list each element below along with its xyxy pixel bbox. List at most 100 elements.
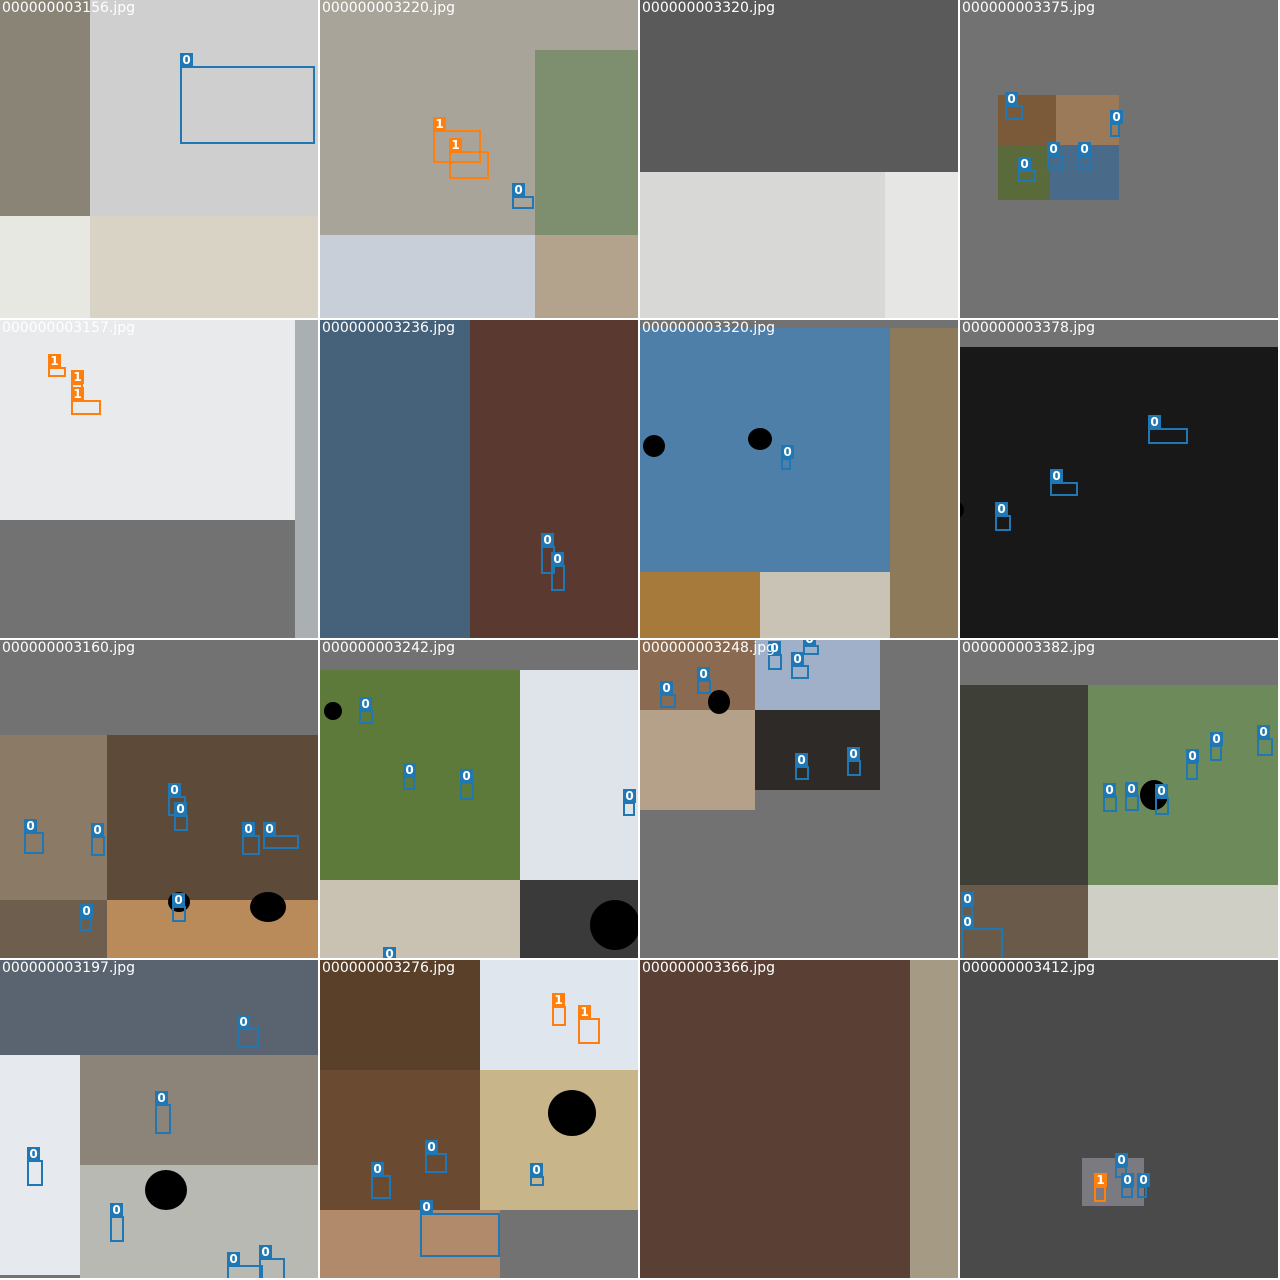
bounding-box-class-label: 0	[180, 53, 193, 67]
tile-filename-label: 000000003220.jpg	[322, 0, 455, 16]
bounding-box: 0	[1103, 783, 1117, 812]
bounding-box: 1	[449, 138, 489, 179]
mosaic-tile: 0000000000000003248.jpg	[640, 640, 958, 958]
bounding-box-class-label: 0	[174, 802, 187, 816]
mosaic-tile: 0 0 000000003236.jpg	[320, 320, 638, 638]
bounding-box: 0	[263, 822, 299, 849]
bounding-box-class-label: 0	[227, 1252, 240, 1266]
photo-region	[295, 320, 318, 638]
photo-region	[960, 960, 1278, 1278]
bounding-box-class-label: 0	[803, 640, 816, 646]
bounding-box: 0	[180, 53, 315, 144]
bounding-box-class-label: 0	[1155, 784, 1168, 798]
photo-region	[107, 900, 318, 958]
photo-region	[640, 0, 958, 172]
photo-region	[535, 50, 638, 235]
bounding-box-class-label: 1	[48, 354, 61, 368]
photo-region	[640, 710, 755, 810]
mosaic-tile: 000000003320.jpg	[640, 0, 958, 318]
tile-filename-label: 000000003375.jpg	[962, 0, 1095, 16]
photo-region	[1088, 685, 1278, 885]
bounding-box-class-label: 0	[1078, 142, 1091, 156]
bounding-box-class-label: 1	[449, 138, 462, 152]
tile-filename-label: 000000003242.jpg	[322, 640, 455, 656]
bounding-box-class-label: 0	[1047, 142, 1060, 156]
tile-filename-label: 000000003160.jpg	[2, 640, 135, 656]
photo-region	[890, 328, 958, 638]
bounding-box-class-label: 0	[1050, 469, 1063, 483]
bounding-box: 0	[1210, 732, 1223, 761]
bounding-box: 0	[420, 1200, 500, 1257]
bounding-box: 0	[155, 1091, 171, 1134]
photo-region	[0, 216, 90, 318]
bounding-box: 0	[1148, 415, 1188, 444]
bounding-box: 0	[27, 1147, 43, 1186]
bounding-box: 0	[242, 822, 260, 855]
privacy-blur-blot	[145, 1170, 187, 1210]
bounding-box: 0	[1186, 749, 1199, 780]
bounding-box: 0	[781, 445, 794, 470]
bounding-box-class-label: 0	[168, 783, 181, 797]
photo-region	[0, 320, 295, 520]
bounding-box-class-label: 0	[383, 947, 396, 958]
privacy-blur-blot	[643, 435, 665, 457]
photo-region	[535, 235, 638, 318]
bounding-box-class-label: 0	[961, 892, 974, 906]
bounding-box-class-label: 0	[259, 1245, 272, 1259]
mosaic-grid: 0 000000003156.jpg 1 1 0 000000003220.jpg 0000…	[0, 0, 1280, 1280]
bounding-box: 0	[237, 1015, 259, 1048]
bounding-box: 0	[512, 183, 534, 209]
bounding-box: 0	[1155, 784, 1169, 815]
photo-region	[0, 0, 90, 216]
bounding-box: 0	[172, 893, 186, 922]
photo-region	[320, 320, 470, 638]
bounding-box-class-label: 0	[551, 552, 564, 566]
bounding-box-class-label: 0	[371, 1162, 384, 1176]
bounding-box-class-label: 0	[1210, 732, 1223, 746]
bounding-box: 0	[174, 802, 188, 831]
bounding-box-class-label: 0	[1125, 782, 1138, 796]
bounding-box: 1	[1094, 1173, 1107, 1202]
bounding-box-class-label: 0	[660, 681, 673, 695]
privacy-blur-blot	[324, 702, 342, 720]
bounding-box: 0	[1121, 1173, 1134, 1198]
bounding-box: 0	[1018, 157, 1036, 182]
mosaic-tile: 1 1 0 000000003220.jpg	[320, 0, 638, 318]
tile-filename-label: 000000003378.jpg	[962, 320, 1095, 336]
bounding-box-class-label: 0	[1005, 92, 1018, 106]
mosaic-tile: 0 0 0 0 0 000000003375.jpg	[960, 0, 1278, 318]
mosaic-tile: 0 0 0 0 0 0 0 0 000000003160.jpg	[0, 640, 318, 958]
bounding-box-class-label: 1	[433, 117, 446, 131]
bounding-box-class-label: 0	[425, 1140, 438, 1154]
bounding-box-class-label: 0	[1137, 1173, 1150, 1187]
bounding-box: 0	[623, 789, 636, 816]
privacy-blur-blot	[708, 690, 730, 714]
tile-filename-label: 000000003320.jpg	[642, 320, 775, 336]
bounding-box-class-label: 0	[1121, 1173, 1134, 1187]
bounding-box: 0	[1005, 92, 1023, 120]
bounding-box-class-label: 0	[697, 667, 710, 681]
photo-region	[960, 347, 1278, 638]
bounding-box: 0	[460, 769, 474, 800]
photo-region	[640, 960, 910, 1278]
bounding-box-class-label: 1	[552, 993, 565, 1007]
bounding-box: 0	[995, 502, 1011, 531]
mosaic-tile: 0 000000003320.jpg	[640, 320, 958, 638]
bounding-box-class-label: 0	[263, 822, 276, 836]
bounding-box-class-label: 0	[1018, 157, 1031, 171]
photo-region	[1088, 885, 1278, 958]
mosaic-tile: 0 0 0 0 0 0 000000003197.jpg	[0, 960, 318, 1278]
photo-region	[320, 670, 520, 880]
photo-region	[520, 670, 638, 880]
bounding-box-class-label: 0	[242, 822, 255, 836]
tile-filename-label: 000000003156.jpg	[2, 0, 135, 16]
bounding-box: 1	[578, 1005, 600, 1044]
privacy-blur-blot	[590, 900, 638, 950]
bounding-box: 0	[110, 1203, 124, 1242]
bounding-box: 0	[530, 1163, 544, 1186]
bounding-box-class-label: 0	[847, 747, 860, 761]
bounding-box-class-label: 0	[91, 823, 104, 837]
bounding-box: 0	[1078, 142, 1092, 169]
tile-filename-label: 000000003197.jpg	[2, 960, 135, 976]
bounding-box-class-label: 0	[530, 1163, 543, 1177]
